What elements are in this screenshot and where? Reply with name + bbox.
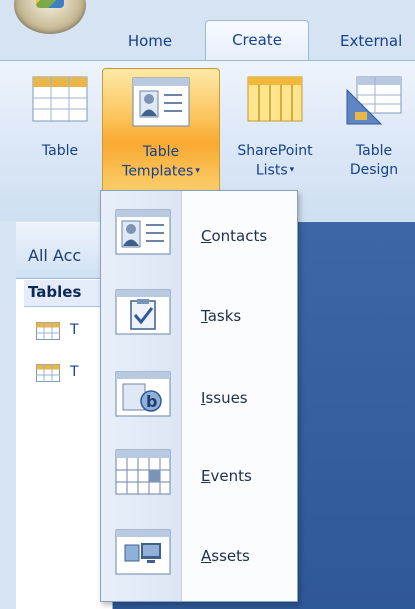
office-button[interactable] <box>14 0 86 34</box>
table-design-button[interactable]: Table Design <box>334 68 414 192</box>
sharepoint-lists-label-line2: Lists <box>255 162 288 179</box>
menu-item-label: Contacts <box>201 227 268 245</box>
svg-text:b: b <box>146 392 157 411</box>
nav-group-tables[interactable]: Tables <box>24 280 112 307</box>
table-icon <box>36 322 60 340</box>
table-templates-label-line2: Templates <box>122 163 194 180</box>
tab-create[interactable]: Create <box>205 20 309 61</box>
assets-icon <box>115 529 171 575</box>
sharepoint-lists-label-line1: SharePoint <box>237 143 313 159</box>
table-templates-label: Table Templates ▾ <box>103 143 219 182</box>
menu-item-label: Tasks <box>201 307 242 325</box>
contacts-icon <box>115 209 171 255</box>
menu-item-label: Events <box>201 467 252 485</box>
sharepoint-lists-label: SharePoint Lists ▾ <box>220 142 330 181</box>
table-design-label-line1: Table <box>355 143 393 159</box>
nav-item-label: T <box>70 322 79 338</box>
navigation-pane-title: All Acc <box>28 246 82 265</box>
dropdown-arrow-icon: ▾ <box>195 166 200 176</box>
table-design-label-line2: Design <box>349 162 399 178</box>
nav-item-label: T <box>70 364 79 380</box>
dropdown-arrow-icon: ▾ <box>289 165 295 175</box>
table-templates-icon <box>132 77 190 127</box>
tasks-icon <box>115 289 171 335</box>
table-button[interactable]: Table <box>22 68 98 192</box>
table-button-label: Table <box>41 143 79 159</box>
nav-group-label: Tables <box>28 283 82 301</box>
sharepoint-lists-icon <box>247 76 303 122</box>
table-templates-button[interactable]: Table Templates ▾ <box>102 68 220 194</box>
table-design-icon <box>346 76 402 125</box>
table-templates-menu: Contacts Tasks b Issues Events Assets <box>100 190 298 602</box>
menu-item-label: Issues <box>201 389 248 407</box>
office-logo-icon <box>36 0 64 8</box>
tab-external-data[interactable]: External <box>312 22 415 60</box>
menu-item-label: Assets <box>201 547 250 565</box>
menu-item-contacts[interactable]: Contacts <box>101 199 297 271</box>
tab-home[interactable]: Home <box>101 22 199 60</box>
menu-item-issues[interactable]: b Issues <box>101 361 297 433</box>
navigation-pane: All Acc Tables T T <box>0 222 113 609</box>
menu-item-assets[interactable]: Assets <box>101 519 297 591</box>
table-templates-label-line1: Table <box>142 144 180 160</box>
table-design-label: Table Design <box>334 142 414 180</box>
table-icon <box>36 364 60 382</box>
issues-icon: b <box>115 371 171 417</box>
menu-item-tasks[interactable]: Tasks <box>101 279 297 351</box>
navigation-pane-header[interactable]: All Acc <box>0 222 112 279</box>
window-left-edge <box>0 222 16 609</box>
sharepoint-lists-button[interactable]: SharePoint Lists ▾ <box>220 68 330 192</box>
events-icon <box>115 449 171 495</box>
menu-item-events[interactable]: Events <box>101 439 297 511</box>
table-icon <box>32 76 88 122</box>
